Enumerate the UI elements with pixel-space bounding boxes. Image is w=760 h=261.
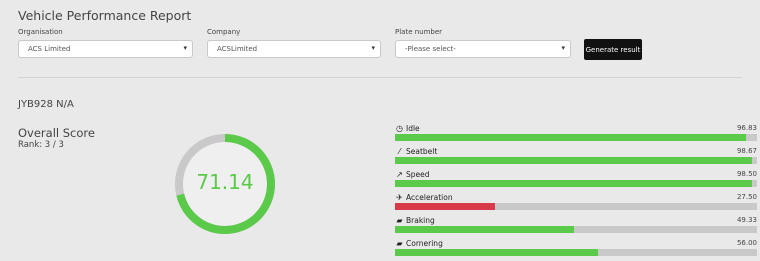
metric-row-seatbelt: ⁄ Seatbelt 98.67	[395, 147, 757, 169]
chevron-down-icon: ▾	[183, 44, 187, 52]
metric-progress-track	[395, 203, 757, 210]
metric-progress-fill	[395, 203, 495, 210]
seatbelt-icon: ⁄	[398, 147, 401, 156]
metric-progress-track	[395, 226, 757, 233]
generate-result-button[interactable]: Generate result	[584, 39, 642, 60]
metric-label: Seatbelt	[406, 147, 438, 156]
divider	[18, 77, 742, 78]
plate-number-select[interactable]: -Please select- ▾	[395, 40, 571, 58]
company-select-value: ACSLimited	[217, 45, 258, 53]
metric-progress-track	[395, 134, 757, 141]
chart-line-icon: ↗	[396, 170, 403, 179]
metric-progress-fill	[395, 157, 753, 164]
vehicle-id: JYB928 N/A	[18, 99, 74, 110]
chevron-down-icon: ▾	[561, 44, 565, 52]
metric-progress-fill	[395, 134, 746, 141]
plate-number-select-value: -Please select-	[405, 45, 456, 53]
metric-value: 27.50	[736, 193, 757, 201]
metric-row-cornering: ▰ Cornering 56.00	[395, 239, 757, 261]
metric-label: Acceleration	[406, 193, 453, 202]
car-icon: ▰	[396, 216, 403, 225]
chevron-down-icon: ▾	[371, 44, 375, 52]
overall-score-title: Overall Score	[18, 126, 95, 140]
metric-value: 98.50	[736, 170, 757, 178]
metric-row-acceleration: ✈ Acceleration 27.50	[395, 193, 757, 215]
metric-progress-fill	[395, 249, 598, 256]
company-label: Company	[207, 28, 241, 36]
metric-progress-track	[395, 249, 757, 256]
metric-label: Braking	[406, 216, 435, 225]
metric-row-braking: ▰ Braking 49.33	[395, 216, 757, 238]
metric-row-speed: ↗ Speed 98.50	[395, 170, 757, 192]
company-select[interactable]: ACSLimited ▾	[207, 40, 381, 58]
metric-value: 98.67	[736, 147, 757, 155]
metric-row-idle: ◷ Idle 96.83	[395, 124, 757, 146]
metric-progress-track	[395, 180, 757, 187]
plate-number-label: Plate number	[395, 28, 443, 36]
organisation-select-value: ACS Limited	[28, 45, 71, 53]
metric-progress-track	[395, 157, 757, 164]
metric-label: Cornering	[406, 239, 443, 248]
metric-value: 56.00	[736, 239, 757, 247]
metric-label: Speed	[406, 170, 430, 179]
rank-text: Rank: 3 / 3	[18, 140, 64, 150]
metric-progress-fill	[395, 226, 574, 233]
metric-value: 49.33	[736, 216, 757, 224]
metric-value: 96.83	[736, 124, 757, 132]
page-title: Vehicle Performance Report	[18, 8, 192, 23]
metric-label: Idle	[406, 124, 420, 133]
organisation-select[interactable]: ACS Limited ▾	[18, 40, 193, 58]
metric-progress-fill	[395, 180, 752, 187]
overall-score-value: 71.14	[196, 170, 254, 194]
plane-icon: ✈	[396, 193, 403, 202]
organisation-label: Organisation	[18, 28, 63, 36]
clock-icon: ◷	[396, 124, 403, 133]
car-icon: ▰	[396, 239, 403, 248]
